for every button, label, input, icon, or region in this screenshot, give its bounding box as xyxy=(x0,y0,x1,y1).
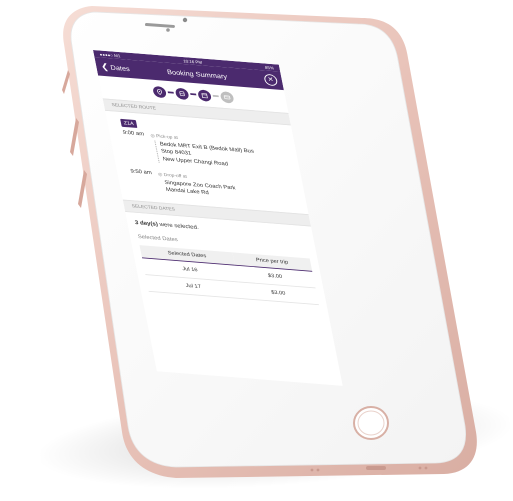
front-camera xyxy=(183,18,187,22)
dates-count: 3 day(s) xyxy=(134,219,158,227)
volume-up-button xyxy=(70,118,79,156)
step-dates[interactable] xyxy=(197,89,212,101)
page-title: Booking Summary xyxy=(166,68,228,81)
dropoff-stop: 9:50 am ◎ Drop-off at Singapore Zoo Coac… xyxy=(130,169,299,204)
dates-table: Selected Dates Price per trip Jul 16 $3.… xyxy=(139,245,318,305)
step-bus[interactable] xyxy=(175,87,190,99)
dates-message-rest: were selected. xyxy=(157,221,199,230)
bus-icon xyxy=(178,90,186,97)
pickup-stop: 9:00 am ◎ Pick-up at Bedok MRT Exit B (B… xyxy=(122,130,292,173)
close-button[interactable]: ✕ xyxy=(263,74,278,86)
pin-icon: ◎ xyxy=(158,172,163,178)
map-pin-icon xyxy=(155,88,163,95)
step-route[interactable] xyxy=(152,85,167,97)
stage: ●●●●○ M1 10:16 PM 85% ❮ Dates Booking Su… xyxy=(0,0,513,500)
back-label: Dates xyxy=(110,63,131,72)
pickup-kind: Pick-up at xyxy=(156,134,179,141)
dates-card: 3 day(s) were selected. Selected Dates S… xyxy=(125,211,328,312)
battery-text: 85% xyxy=(264,65,274,70)
dropoff-kind: Drop-off at xyxy=(163,172,187,179)
mute-switch xyxy=(62,70,70,94)
route-code-badge: Z1A xyxy=(120,119,137,128)
back-button[interactable]: ❮ Dates xyxy=(100,62,130,74)
home-button[interactable] xyxy=(354,407,388,439)
volume-down-button xyxy=(78,170,87,208)
close-icon: ✕ xyxy=(267,77,274,84)
pin-icon: ◎ xyxy=(150,133,155,139)
lightning-port xyxy=(366,466,386,470)
calendar-icon xyxy=(200,92,208,99)
card-icon xyxy=(223,94,231,101)
sensor xyxy=(166,28,170,32)
step-payment[interactable] xyxy=(220,91,235,103)
route-card: Z1A 9:00 am ◎ Pick-up at Bedok MRT Exit … xyxy=(105,111,308,214)
chevron-left-icon: ❮ xyxy=(100,62,109,72)
